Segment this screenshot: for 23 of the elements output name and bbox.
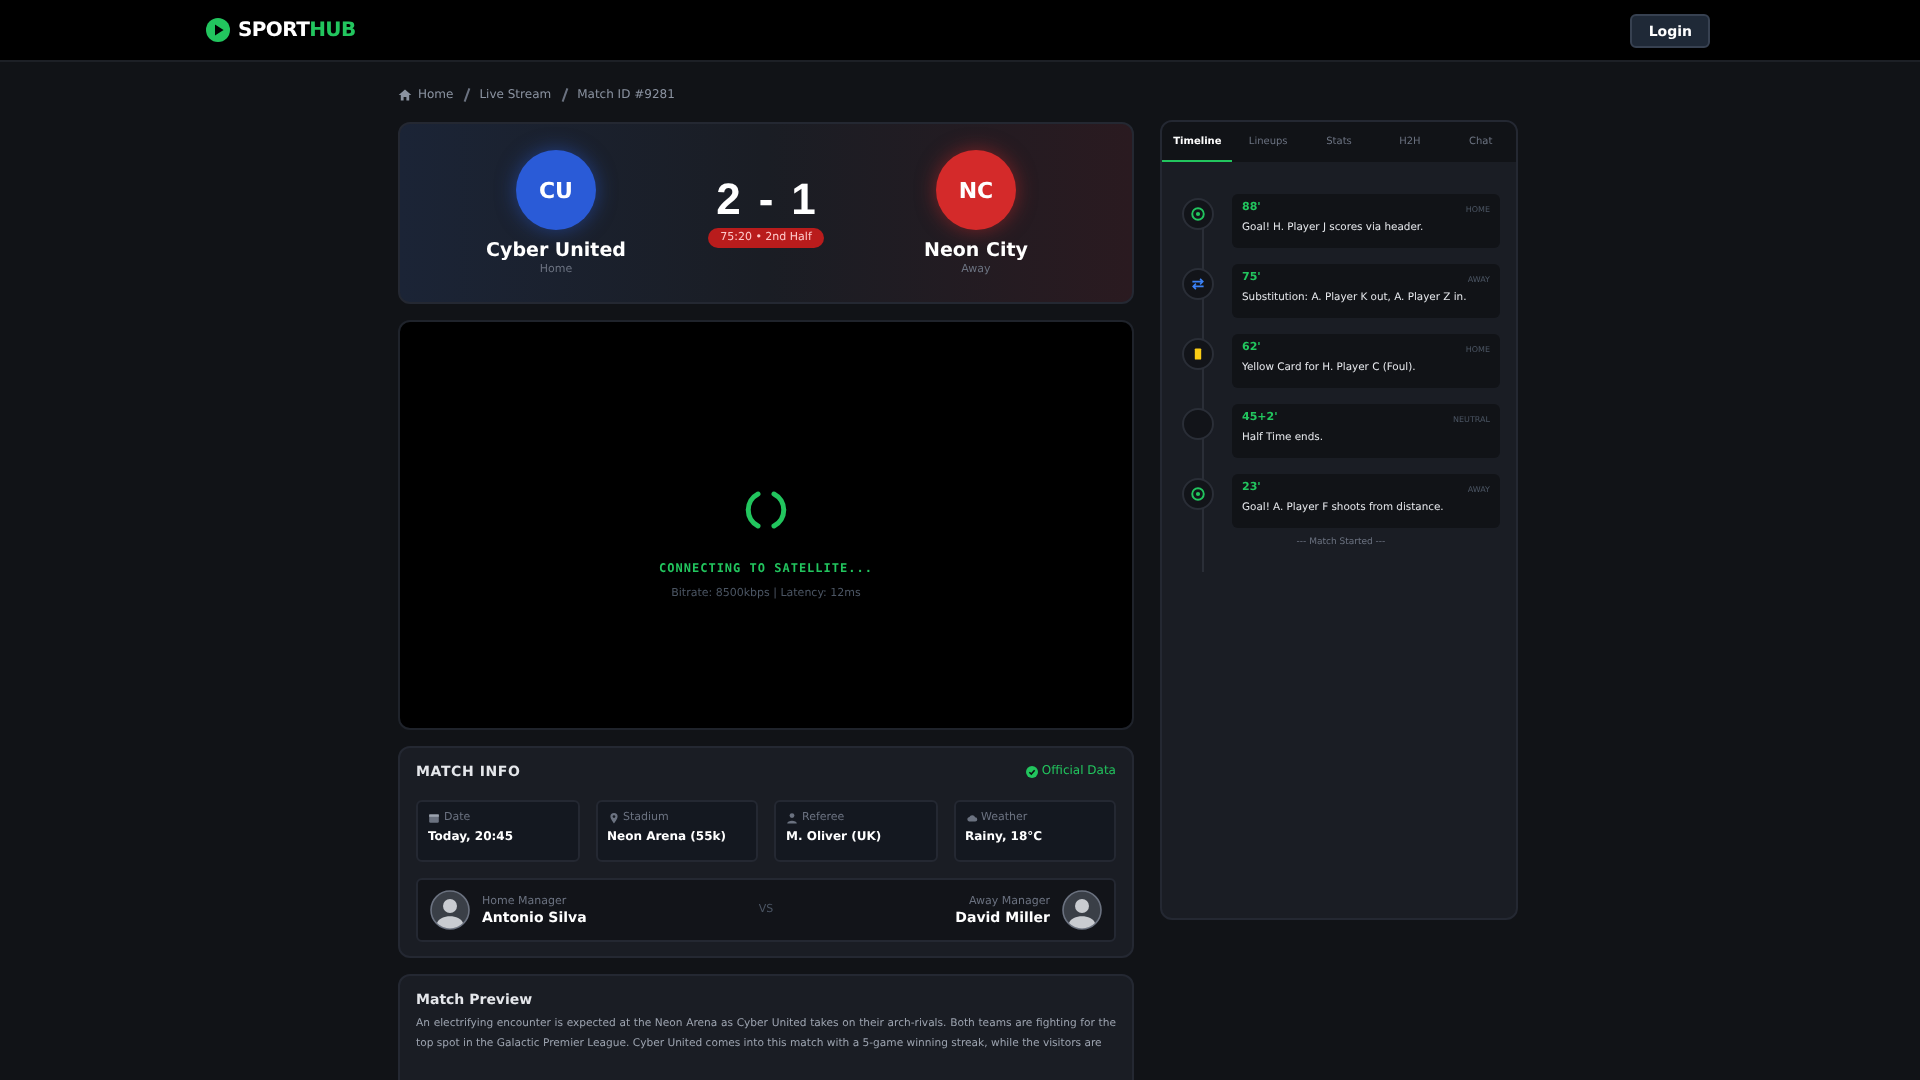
ball-icon bbox=[1190, 486, 1206, 502]
team-crest: NC bbox=[935, 150, 1016, 230]
location-pin-icon bbox=[607, 812, 619, 824]
away-score: 1 bbox=[791, 174, 816, 226]
ball-icon bbox=[1190, 206, 1206, 222]
loading-spinner-icon bbox=[742, 486, 790, 534]
cloud-icon bbox=[965, 812, 977, 824]
home-score: 2 bbox=[716, 174, 741, 226]
team-name: Cyber United bbox=[486, 240, 626, 262]
logo[interactable]: SPORTHUB bbox=[238, 19, 356, 41]
team-crest: CU bbox=[516, 150, 596, 230]
score-separator: - bbox=[758, 174, 774, 226]
check-circle-icon bbox=[1025, 765, 1038, 777]
play-icon bbox=[206, 18, 230, 42]
person-icon bbox=[786, 812, 798, 824]
timeline-marker bbox=[1182, 408, 1214, 440]
team-name: Neon City bbox=[924, 240, 1028, 262]
calendar-icon bbox=[428, 812, 440, 824]
swap-arrows-icon bbox=[1190, 276, 1206, 292]
avatar-icon bbox=[1061, 890, 1102, 930]
home-icon bbox=[398, 87, 412, 101]
penalty-card-icon bbox=[1190, 346, 1206, 362]
avatar-icon bbox=[430, 890, 470, 930]
